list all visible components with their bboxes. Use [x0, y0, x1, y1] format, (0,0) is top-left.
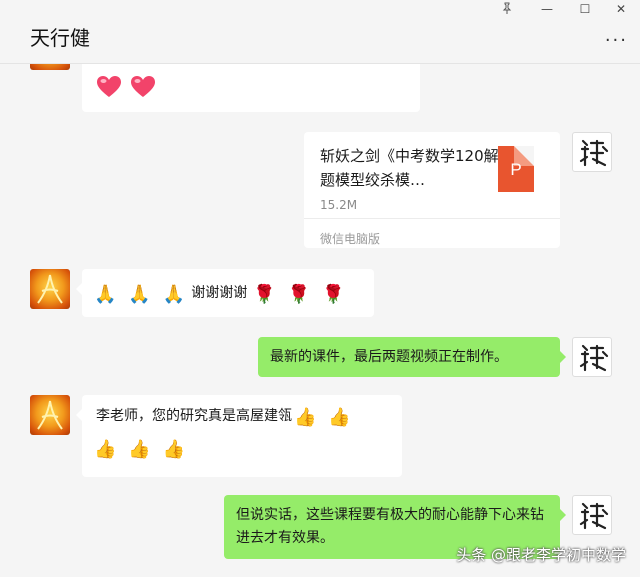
- thumbs-up-icon: 👍: [128, 439, 151, 460]
- ppt-file-icon: P: [498, 146, 534, 192]
- more-options-icon[interactable]: ···: [605, 30, 628, 51]
- minimize-icon[interactable]: —: [537, 2, 557, 16]
- chat-title: 天行健: [30, 26, 90, 50]
- message-bubble-mine[interactable]: 最新的课件，最后两题视频正在制作。: [258, 337, 566, 377]
- pin-icon[interactable]: [497, 2, 517, 17]
- divider: [304, 218, 560, 219]
- message-bubble-emoji[interactable]: [82, 64, 420, 112]
- close-icon[interactable]: ✕: [611, 2, 631, 16]
- file-size: 15.2M: [320, 198, 358, 212]
- watermark: 头条 @跟老李学初中数学: [456, 546, 626, 564]
- thumbs-up-icon: 👍: [294, 407, 317, 428]
- my-avatar[interactable]: [572, 132, 612, 172]
- rose-icon: 🌹: [253, 284, 276, 305]
- folded-hands-icon: 🙏: [162, 284, 186, 305]
- title-bar: 天行健 — ☐ ✕ ···: [0, 0, 640, 64]
- contact-avatar[interactable]: [30, 269, 70, 309]
- message-text: 谢谢谢谢: [191, 285, 248, 301]
- message-bubble-thanks[interactable]: 🙏 🙏 🙏 谢谢谢谢 🌹 🌹 🌹: [76, 269, 374, 317]
- folded-hands-icon: 🙏: [128, 284, 151, 305]
- message-bubble-compliment[interactable]: 李老师，您的研究真是高屋建瓴 👍 👍 👍 👍 👍: [76, 395, 402, 477]
- rose-icon: 🌹: [322, 284, 345, 305]
- message-text: 李老师，您的研究真是高屋建瓴: [96, 408, 292, 424]
- thumbs-up-icon: 👍: [162, 439, 186, 460]
- chat-area[interactable]: 斩妖之剑《中考数学120解题模型绞杀模… 15.2M P 微信电脑版 🙏 🙏 🙏 谢谢…: [0, 64, 640, 577]
- folded-hands-icon: 🙏: [94, 284, 117, 305]
- maximize-icon[interactable]: ☐: [575, 2, 595, 16]
- my-avatar[interactable]: [572, 495, 612, 535]
- message-text: 最新的课件，最后两题视频正在制作。: [270, 349, 508, 365]
- my-avatar[interactable]: [572, 337, 612, 377]
- file-source: 微信电脑版: [320, 232, 381, 246]
- file-message-card[interactable]: 斩妖之剑《中考数学120解题模型绞杀模… 15.2M P 微信电脑版: [304, 132, 560, 248]
- thumbs-up-icon: 👍: [328, 407, 351, 428]
- rose-icon: 🌹: [287, 284, 311, 305]
- red-heart-icon: [96, 75, 122, 101]
- thumbs-up-icon: 👍: [94, 439, 117, 460]
- file-name: 斩妖之剑《中考数学120解题模型绞杀模…: [320, 147, 499, 189]
- contact-avatar[interactable]: [30, 395, 70, 435]
- red-heart-icon: [130, 75, 156, 101]
- contact-avatar[interactable]: [30, 64, 70, 70]
